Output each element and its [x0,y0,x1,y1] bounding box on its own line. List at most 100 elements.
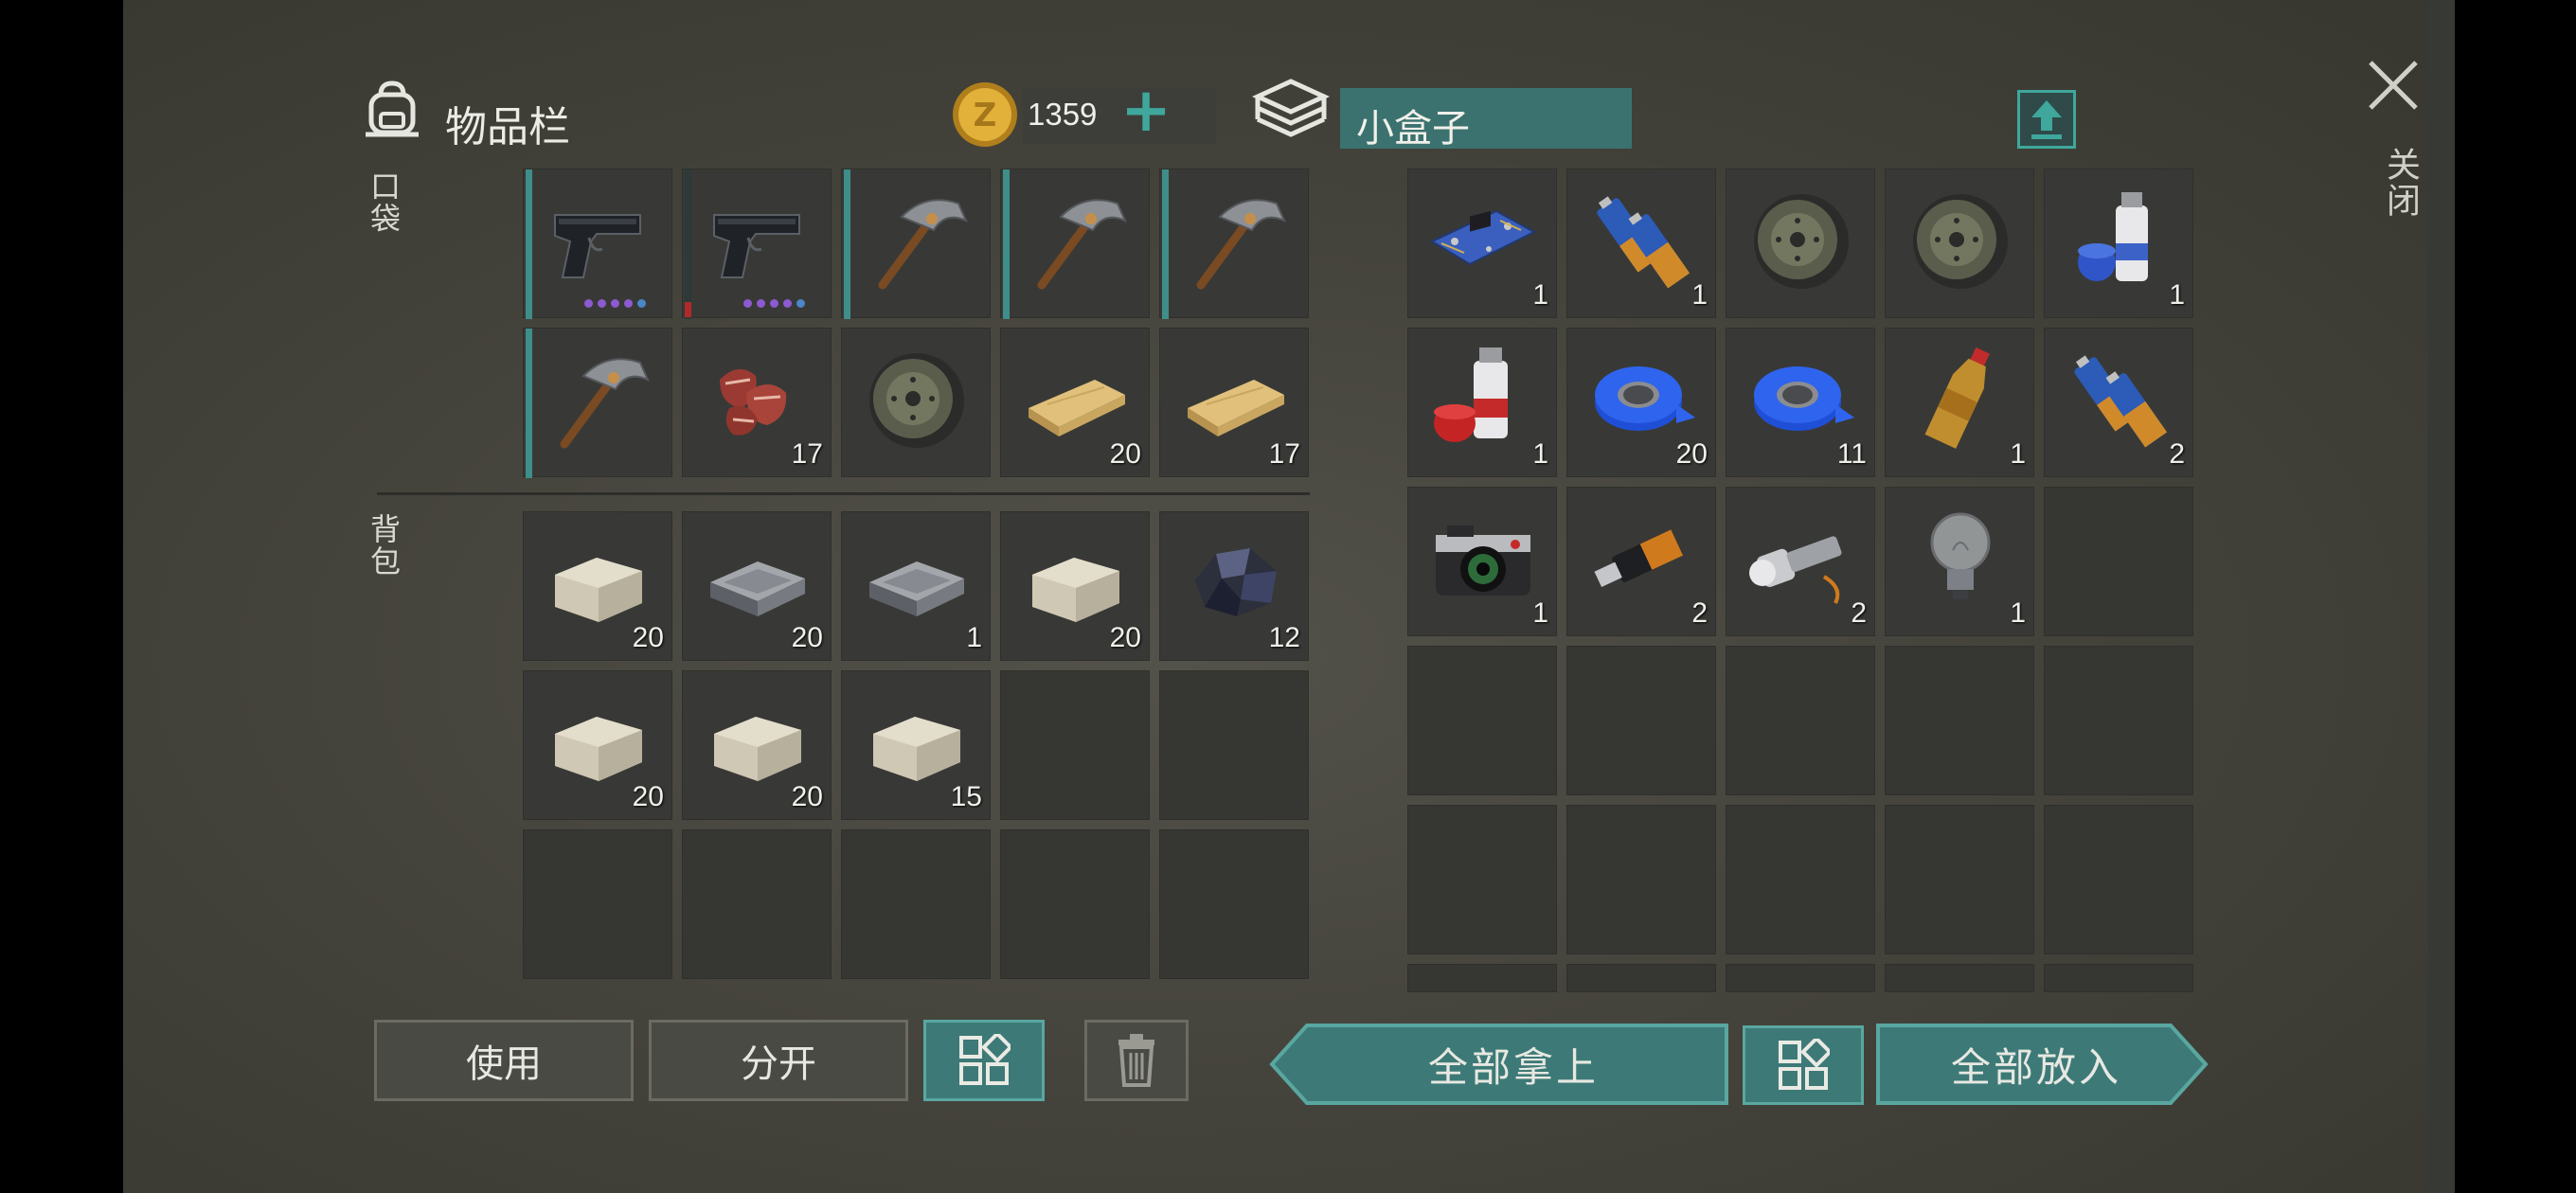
container-slot[interactable] [1566,964,1716,992]
item-count: 20 [1675,438,1708,470]
trash-icon [1118,1034,1154,1087]
container-slot[interactable] [1726,169,1875,318]
backpack-slot[interactable]: 12 [1159,511,1309,661]
container-slot[interactable]: 1 [1566,169,1716,318]
attachment-dots [743,299,805,308]
split-button[interactable]: 分开 [649,1020,908,1101]
backpack-slot[interactable] [841,829,991,979]
container-slot[interactable] [2044,964,2193,992]
container-slot[interactable] [2044,805,2193,954]
add-coins-button[interactable]: + [1119,78,1172,144]
pistol-icon [713,214,800,278]
container-slot[interactable] [1407,964,1557,992]
container-slot[interactable]: 11 [1726,328,1875,477]
container-slot[interactable]: 1 [1407,328,1557,477]
backpack-slot[interactable]: 20 [1000,511,1150,661]
container-slot[interactable]: 2 [1566,487,1716,636]
container-slot[interactable] [2044,487,2193,636]
pocket-slot[interactable]: 17 [1159,328,1309,477]
pocket-slot[interactable] [682,169,832,319]
item-count: 11 [1836,438,1867,470]
item-count: 1 [1532,438,1548,470]
durability-bar [685,169,691,319]
backpack-slot[interactable] [1159,829,1309,979]
container-slot[interactable] [1726,805,1875,954]
pocket-slot[interactable]: 20 [1000,328,1150,477]
pocket-slot[interactable] [523,328,672,478]
backpack-slot[interactable]: 20 [682,670,832,820]
take-all-button[interactable]: 全部拿上 [1269,1023,1729,1106]
inventory-title: 物品栏 [445,103,570,151]
pickaxe-icon [1037,199,1127,290]
container-slot[interactable]: 1 [1885,487,2034,636]
pocket-slot[interactable] [841,328,991,477]
sort-inventory-button[interactable] [923,1020,1045,1101]
backpack-slot[interactable]: 1 [841,511,991,661]
pocket-slot[interactable] [1000,169,1150,319]
pistol-icon [554,214,641,278]
container-slot[interactable]: 2 [2044,328,2193,477]
close-icon [2369,61,2418,110]
batteries-icon [2074,355,2168,448]
durability-bar [526,329,532,478]
item-count: 20 [791,622,823,653]
container-slot[interactable] [1885,964,2034,992]
sort-container-button[interactable] [1743,1025,1864,1105]
container-slot[interactable]: 1 [1407,487,1557,636]
box-icon [1248,68,1333,153]
container-slot[interactable] [1566,805,1716,954]
item-count: 20 [791,781,823,812]
tire-icon [1754,194,1849,289]
backpack-slot[interactable] [682,829,832,979]
item-count: 1 [1532,597,1548,629]
backpack-slot[interactable] [523,829,672,979]
backpack-slot[interactable]: 20 [682,511,832,661]
camera-icon [1436,525,1530,596]
item-count: 2 [2169,438,2185,470]
close-button[interactable]: 关闭 [2351,52,2436,232]
backpack-slot[interactable]: 20 [523,511,672,661]
pocket-slot[interactable]: 17 [682,328,832,477]
pocket-slot[interactable] [841,169,991,319]
durability-bar [1162,169,1169,319]
backpack-slot[interactable] [1000,829,1150,979]
pickaxe-icon [1196,199,1286,290]
backpack-slot[interactable]: 20 [523,670,672,820]
durability-low-indicator [685,302,691,317]
container-slot[interactable] [1885,805,2034,954]
container-slot[interactable]: 2 [1726,487,1875,636]
container-slot[interactable] [1726,646,1875,795]
container-slot[interactable]: 1 [1407,169,1557,318]
container-slot[interactable] [1407,805,1557,954]
pocket-slot[interactable] [523,169,672,319]
container-slot[interactable] [2044,646,2193,795]
backpack-slot[interactable] [1000,670,1150,820]
put-all-button[interactable]: 全部放入 [1875,1023,2209,1106]
backpack-label: 背包 [366,513,402,578]
item-count: 20 [632,622,664,653]
item-count: 1 [2010,438,2026,470]
container-slot[interactable]: 1 [1885,328,2034,477]
item-count: 2 [1851,597,1867,629]
container-slot[interactable]: 1 [2044,169,2193,318]
container-slot[interactable] [1885,169,2034,318]
grid-sort-icon [1779,1039,1830,1090]
backpack-slot[interactable] [1159,670,1309,820]
flashlight-icon [1748,536,1842,604]
item-count: 1 [1532,279,1548,311]
container-slot[interactable] [1407,646,1557,795]
container-slot[interactable] [1726,964,1875,992]
take-all-label: 全部拿上 [1427,1043,1599,1091]
trash-button[interactable] [1084,1020,1189,1101]
pocket-slot[interactable] [1159,169,1309,319]
pocket-label: 口袋 [366,170,402,235]
container-slot[interactable] [1885,646,2034,795]
durability-bar [1003,169,1010,319]
use-button[interactable]: 使用 [374,1020,634,1101]
container-slot[interactable] [1566,646,1716,795]
upload-button[interactable] [2017,90,2076,149]
pickaxe-icon [560,358,650,449]
backpack-slot[interactable]: 15 [841,670,991,820]
durability-bar [526,169,532,319]
container-slot[interactable]: 20 [1566,328,1716,477]
